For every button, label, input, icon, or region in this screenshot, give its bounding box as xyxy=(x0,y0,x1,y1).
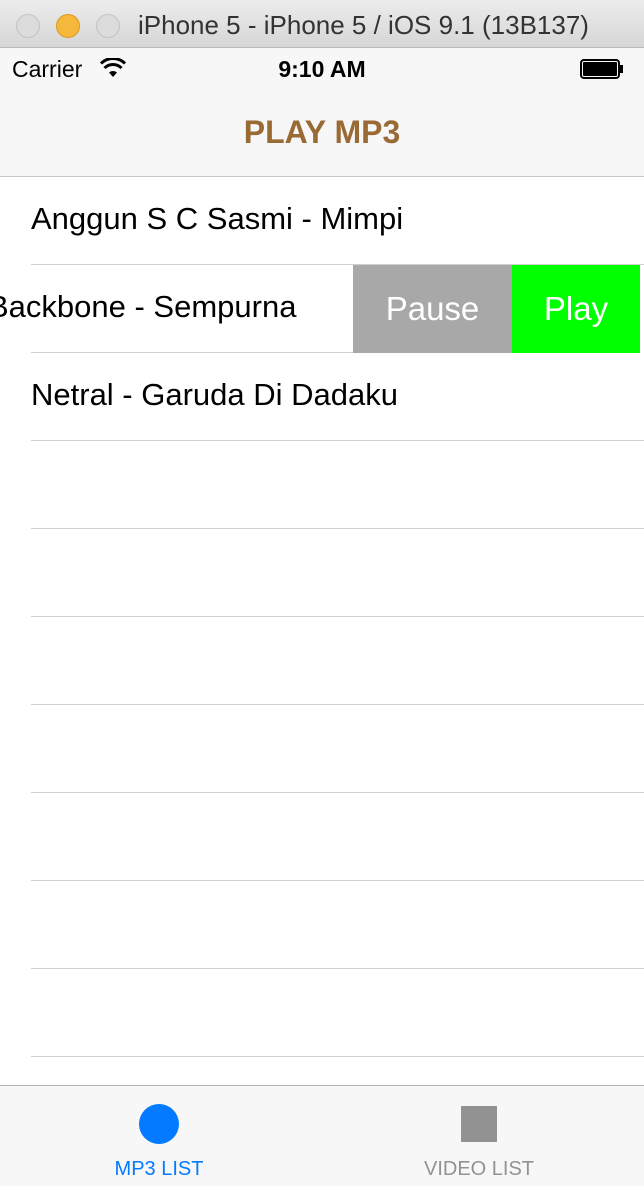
empty-row xyxy=(0,617,644,705)
song-title: Anggun S C Sasmi - Mimpi xyxy=(31,201,404,236)
page-title: PLAY MP3 xyxy=(243,114,401,150)
empty-row xyxy=(0,529,644,617)
close-window-button[interactable] xyxy=(16,14,40,38)
battery-icon xyxy=(580,59,623,79)
song-row[interactable]: Netral - Garuda Di Dadaku xyxy=(0,353,644,441)
empty-row xyxy=(0,881,644,969)
simulator-title-bar: iPhone 5 - iPhone 5 / iOS 9.1 (13B137) xyxy=(0,0,644,48)
song-table[interactable]: Anggun S C Sasmi - Mimpi Backbone - Semp… xyxy=(0,177,644,1085)
circle-icon xyxy=(139,1104,179,1144)
tab-video-list[interactable]: VIDEO LIST xyxy=(379,1086,579,1187)
song-title: Netral - Garuda Di Dadaku xyxy=(31,377,398,412)
square-icon xyxy=(461,1106,497,1142)
play-button[interactable]: Play xyxy=(512,265,640,353)
empty-row xyxy=(0,705,644,793)
minimize-window-button[interactable] xyxy=(56,14,80,38)
row-separator xyxy=(31,1056,644,1057)
navigation-bar: PLAY MP3 xyxy=(0,90,644,177)
window-title: iPhone 5 - iPhone 5 / iOS 9.1 (13B137) xyxy=(138,10,589,40)
tab-bar: MP3 LIST VIDEO LIST xyxy=(0,1085,644,1186)
row-edge xyxy=(640,265,644,353)
tab-label: MP3 LIST xyxy=(114,1158,204,1180)
song-row[interactable]: Anggun S C Sasmi - Mimpi xyxy=(0,177,644,265)
zoom-window-button[interactable] xyxy=(96,14,120,38)
status-bar: Carrier 9:10 AM xyxy=(0,48,644,90)
empty-row xyxy=(0,793,644,881)
song-row-swiped[interactable]: Backbone - Sempurna Pause Play xyxy=(0,265,644,353)
tab-mp3-list[interactable]: MP3 LIST xyxy=(59,1086,259,1187)
song-title: Backbone - Sempurna xyxy=(0,289,297,324)
empty-row xyxy=(0,969,644,1057)
tab-label: VIDEO LIST xyxy=(423,1158,535,1180)
pause-button[interactable]: Pause xyxy=(353,265,512,353)
empty-row xyxy=(0,441,644,529)
status-time: 9:10 AM xyxy=(278,56,366,82)
